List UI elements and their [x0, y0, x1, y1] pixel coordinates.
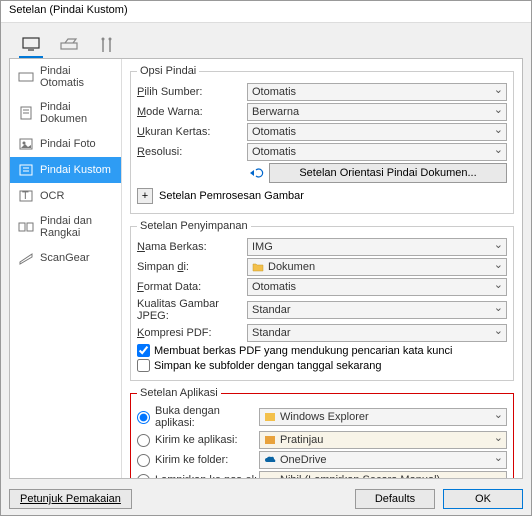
title-bar: Setelan (Pindai Kustom) — [1, 1, 531, 23]
paper-select[interactable]: Otomatis — [247, 123, 507, 141]
explorer-icon — [264, 411, 276, 423]
email-select[interactable]: Nihil (Lampirkan Secara Manual) — [259, 471, 507, 478]
email-radio[interactable] — [137, 474, 150, 479]
send-folder-label: Kirim ke folder: — [155, 454, 259, 466]
tab-tools[interactable] — [95, 34, 119, 58]
jpeg-label: Kualitas Gambar JPEG: — [137, 298, 247, 322]
format-select[interactable]: Otomatis — [247, 278, 507, 296]
sidebar-label: Pindai dan Rangkai — [40, 215, 113, 239]
sidebar-label: Pindai Dokumen — [40, 101, 113, 125]
stitch-icon — [18, 220, 34, 234]
sidebar-item-stitch[interactable]: Pindai dan Rangkai — [10, 209, 121, 245]
window-title: Setelan (Pindai Kustom) — [9, 4, 128, 16]
send-folder-select[interactable]: OneDrive — [259, 451, 507, 469]
email-label: Lampirkan ke pos-el: — [155, 474, 259, 478]
open-with-select[interactable]: Windows Explorer — [259, 408, 507, 426]
orientation-button[interactable]: Setelan Orientasi Pindai Dokumen... — [269, 163, 507, 183]
custom-icon — [18, 163, 34, 177]
sidebar-item-ocr[interactable]: T OCR — [10, 183, 121, 209]
expand-processing-button[interactable]: + — [137, 188, 153, 204]
open-with-label: Buka dengan aplikasi: — [155, 405, 259, 429]
paper-label: Ukuran Kertas: — [137, 126, 247, 138]
format-label: Format Data: — [137, 281, 247, 293]
photo-icon — [18, 137, 34, 151]
pdf-label: Kompresi PDF: — [137, 327, 247, 339]
sidebar-label: Pindai Otomatis — [40, 65, 113, 89]
tab-strip — [9, 29, 523, 59]
sidebar-item-document[interactable]: Pindai Dokumen — [10, 95, 121, 131]
tab-from-computer[interactable] — [19, 34, 43, 58]
save-settings: Setelan Penyimpanan Nama Berkas:IMG Simp… — [130, 220, 514, 381]
color-select[interactable]: Berwarna — [247, 103, 507, 121]
sidebar-item-photo[interactable]: Pindai Foto — [10, 131, 121, 157]
open-with-radio[interactable] — [137, 411, 150, 424]
defaults-button[interactable]: Defaults — [355, 489, 435, 509]
monitor-icon — [21, 36, 41, 52]
filename-select[interactable]: IMG — [247, 238, 507, 256]
source-label: Pilih Sumber: — [137, 86, 247, 98]
main-panel: Opsi Pindai Pilih Sumber:Otomatis Mode W… — [122, 59, 522, 478]
ok-button[interactable]: OK — [443, 489, 523, 509]
scan-legend: Opsi Pindai — [137, 65, 199, 77]
sidebar-item-custom[interactable]: Pindai Kustom — [10, 157, 121, 183]
app-legend: Setelan Aplikasi — [137, 387, 221, 399]
pdf-search-label: Membuat berkas PDF yang mendukung pencar… — [154, 345, 452, 357]
tab-from-scanner[interactable] — [57, 34, 81, 58]
document-icon — [18, 106, 34, 120]
help-button[interactable]: Petunjuk Pemakaian — [9, 489, 132, 509]
send-folder-radio[interactable] — [137, 454, 150, 467]
send-app-label: Kirim ke aplikasi: — [155, 434, 259, 446]
sidebar-label: Pindai Kustom — [40, 164, 111, 176]
sidebar-label: OCR — [40, 190, 64, 202]
folder-icon — [252, 261, 264, 273]
sidebar-item-scangear[interactable]: ScanGear — [10, 245, 121, 271]
scanner-icon — [59, 37, 79, 53]
auto-icon — [18, 70, 34, 84]
pdf-select[interactable]: Standar — [247, 324, 507, 342]
subfolder-label: Simpan ke subfolder dengan tanggal sekar… — [154, 360, 382, 372]
onedrive-icon — [264, 454, 276, 466]
scan-options: Opsi Pindai Pilih Sumber:Otomatis Mode W… — [130, 65, 514, 214]
save-legend: Setelan Penyimpanan — [137, 220, 251, 232]
sidebar: Pindai Otomatis Pindai Dokumen Pindai Fo… — [10, 59, 122, 478]
send-app-radio[interactable] — [137, 434, 150, 447]
sidebar-label: ScanGear — [40, 252, 90, 264]
tools-icon — [98, 36, 116, 54]
footer: Petunjuk Pemakaian Defaults OK — [1, 483, 531, 515]
subfolder-checkbox[interactable] — [137, 359, 150, 372]
res-label: Resolusi: — [137, 146, 247, 158]
processing-label: Setelan Pemrosesan Gambar — [159, 190, 304, 202]
filename-label: Nama Berkas: — [137, 241, 247, 253]
pdf-search-checkbox[interactable] — [137, 344, 150, 357]
sidebar-label: Pindai Foto — [40, 138, 96, 150]
folder-select[interactable]: Dokumen — [247, 258, 507, 276]
ocr-icon: T — [18, 189, 34, 203]
svg-text:T: T — [22, 190, 29, 202]
sidebar-item-auto[interactable]: Pindai Otomatis — [10, 59, 121, 95]
preview-icon — [264, 434, 276, 446]
send-app-select[interactable]: Pratinjau — [259, 431, 507, 449]
jpeg-select[interactable]: Standar — [247, 301, 507, 319]
app-settings: Setelan Aplikasi Buka dengan aplikasi:Wi… — [130, 387, 514, 478]
folder-label: Simpan di: — [137, 261, 247, 273]
color-label: Mode Warna: — [137, 106, 247, 118]
source-select[interactable]: Otomatis — [247, 83, 507, 101]
res-select[interactable]: Otomatis — [247, 143, 507, 161]
refresh-icon[interactable] — [247, 166, 265, 180]
scangear-icon — [18, 251, 34, 265]
